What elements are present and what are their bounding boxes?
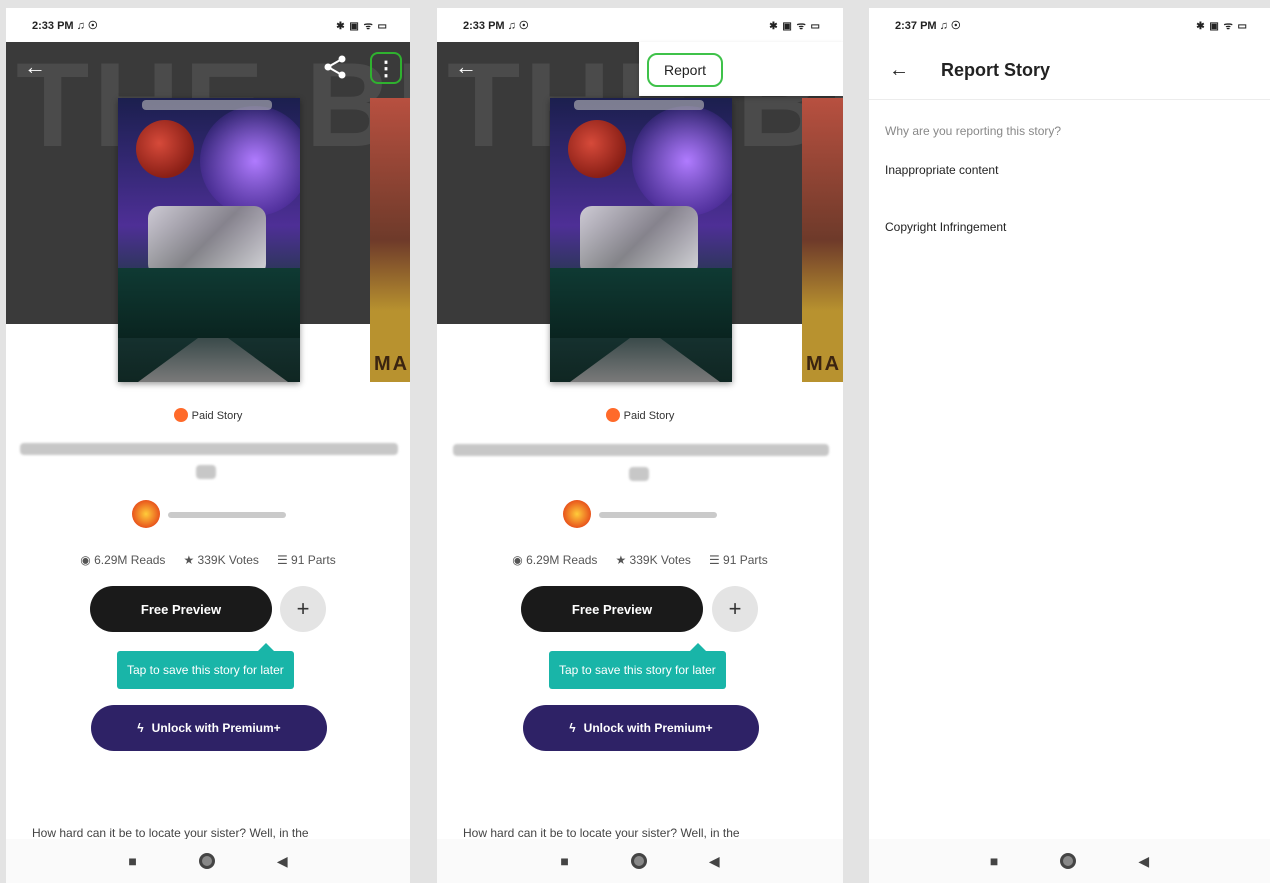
home-circle-icon[interactable]: [630, 853, 647, 869]
author-row[interactable]: [6, 500, 410, 530]
reads-count: 6.29M Reads: [526, 553, 598, 567]
status-icons: ✱ ▣ ᯤ ▭: [336, 21, 388, 32]
recents-square-icon[interactable]: ■: [128, 853, 136, 869]
add-to-library-button[interactable]: +: [280, 586, 326, 632]
nav-back-triangle-icon[interactable]: ◀: [1138, 853, 1149, 870]
add-to-library-button[interactable]: +: [712, 586, 758, 632]
story-title-blurred: [453, 444, 829, 456]
recents-square-icon[interactable]: ■: [990, 853, 998, 869]
free-preview-button[interactable]: Free Preview: [521, 586, 703, 632]
avatar[interactable]: [563, 500, 591, 528]
report-menu-item[interactable]: Report: [647, 53, 723, 87]
eye-icon: ◉: [80, 553, 91, 567]
story-stats: ◉ 6.29M Reads ★ 339K Votes ☰ 91 Parts: [6, 553, 410, 567]
eye-icon: ◉: [512, 553, 523, 567]
votes-count: 339K Votes: [197, 553, 259, 567]
report-header: ← Report Story: [869, 42, 1270, 100]
author-row[interactable]: [437, 500, 843, 530]
story-title-blurred: [20, 443, 398, 455]
story-cover-image: [550, 98, 732, 382]
save-tooltip: Tap to save this story for later: [117, 643, 294, 689]
system-nav-bar: ■ ◀: [437, 839, 843, 883]
status-time: 2:33 PM ♫ ☉: [463, 19, 529, 32]
status-icons: ✱ ▣ ᯤ ▭: [1196, 21, 1248, 32]
next-story-cover[interactable]: MA: [802, 98, 843, 382]
report-question: Why are you reporting this story?: [885, 124, 1062, 138]
reads-stat: ◉ 6.29M Reads: [80, 553, 165, 567]
bolt-icon: ϟ: [137, 721, 144, 735]
parts-stat: ☰ 91 Parts: [709, 553, 768, 567]
home-circle-icon[interactable]: [1060, 853, 1077, 869]
parts-count: 91 Parts: [291, 553, 336, 567]
recents-square-icon[interactable]: ■: [560, 853, 568, 869]
next-story-cover-text: MA: [374, 353, 410, 375]
status-time: 2:37 PM ♫ ☉: [895, 19, 961, 32]
story-title-blurred-2: [629, 467, 649, 481]
author-name-blurred[interactable]: [599, 512, 717, 518]
story-stats: ◉ 6.29M Reads ★ 339K Votes ☰ 91 Parts: [437, 553, 843, 567]
next-story-cover[interactable]: MA: [370, 98, 410, 382]
story-cover-image: [118, 98, 300, 382]
votes-stat: ★ 339K Votes: [615, 553, 691, 567]
reads-count: 6.29M Reads: [94, 553, 166, 567]
home-circle-icon[interactable]: [198, 853, 215, 869]
system-nav-bar: ■ ◀: [6, 839, 410, 883]
status-bar: 2:33 PM ♫ ☉ ✱ ▣ ᯤ ▭: [6, 8, 410, 42]
story-title-blurred-2: [196, 465, 216, 479]
reads-stat: ◉ 6.29M Reads: [512, 553, 597, 567]
share-icon[interactable]: [322, 54, 348, 80]
back-arrow-icon[interactable]: ←: [24, 54, 46, 80]
more-options-icon[interactable]: ⋮: [370, 52, 402, 84]
status-icons: ✱ ▣ ᯤ ▭: [769, 21, 821, 32]
coin-icon: [605, 408, 620, 422]
avatar[interactable]: [132, 500, 160, 528]
paid-story-badge: Paid Story: [437, 408, 843, 422]
nav-back-triangle-icon[interactable]: ◀: [277, 853, 288, 870]
bolt-icon: ϟ: [569, 721, 576, 735]
unlock-premium-label: Unlock with Premium+: [583, 721, 713, 735]
parts-count: 91 Parts: [723, 553, 768, 567]
votes-stat: ★ 339K Votes: [183, 553, 259, 567]
free-preview-button[interactable]: Free Preview: [90, 586, 272, 632]
unlock-premium-button[interactable]: ϟ Unlock with Premium+: [91, 705, 327, 751]
page-title: Report Story: [941, 60, 1051, 80]
coin-icon: [173, 408, 188, 422]
save-tooltip: Tap to save this story for later: [549, 643, 726, 689]
author-name-blurred[interactable]: [168, 512, 286, 518]
overflow-menu: Report: [639, 42, 843, 96]
unlock-premium-button[interactable]: ϟ Unlock with Premium+: [523, 705, 759, 751]
report-story-screen: 2:37 PM ♫ ☉ ✱ ▣ ᯤ ▭ ← Report Story Why a…: [869, 8, 1270, 883]
star-icon: ★: [615, 553, 627, 567]
back-arrow-icon[interactable]: ←: [889, 59, 909, 82]
story-description: How hard can it be to locate your sister…: [32, 826, 309, 840]
paid-story-label: Paid Story: [191, 410, 243, 422]
unlock-premium-label: Unlock with Premium+: [151, 721, 281, 735]
system-nav-bar: ■ ◀: [869, 839, 1270, 883]
story-description: How hard can it be to locate your sister…: [463, 826, 740, 840]
list-icon: ☰: [708, 553, 720, 567]
option-inappropriate-content[interactable]: Inappropriate content: [885, 163, 998, 177]
option-copyright-infringement[interactable]: Copyright Infringement: [885, 220, 1006, 234]
star-icon: ★: [183, 553, 195, 567]
story-screen-2: 2:33 PM ♫ ☉ ✱ ▣ ᯤ ▭ THE BR AH ← Report M…: [437, 8, 843, 883]
parts-stat: ☰ 91 Parts: [277, 553, 336, 567]
votes-count: 339K Votes: [629, 553, 691, 567]
nav-back-triangle-icon[interactable]: ◀: [709, 853, 720, 870]
status-time: 2:33 PM ♫ ☉: [32, 19, 98, 32]
status-bar: 2:37 PM ♫ ☉ ✱ ▣ ᯤ ▭: [869, 8, 1270, 42]
paid-story-label: Paid Story: [623, 410, 675, 422]
back-arrow-icon[interactable]: ←: [455, 54, 477, 80]
next-story-cover-text: MA: [806, 353, 842, 375]
status-bar: 2:33 PM ♫ ☉ ✱ ▣ ᯤ ▭: [437, 8, 843, 42]
story-screen-1: 2:33 PM ♫ ☉ ✱ ▣ ᯤ ▭ THE BR AH ← ⋮ MA Pai…: [6, 8, 410, 883]
list-icon: ☰: [276, 553, 288, 567]
paid-story-badge: Paid Story: [6, 408, 410, 422]
